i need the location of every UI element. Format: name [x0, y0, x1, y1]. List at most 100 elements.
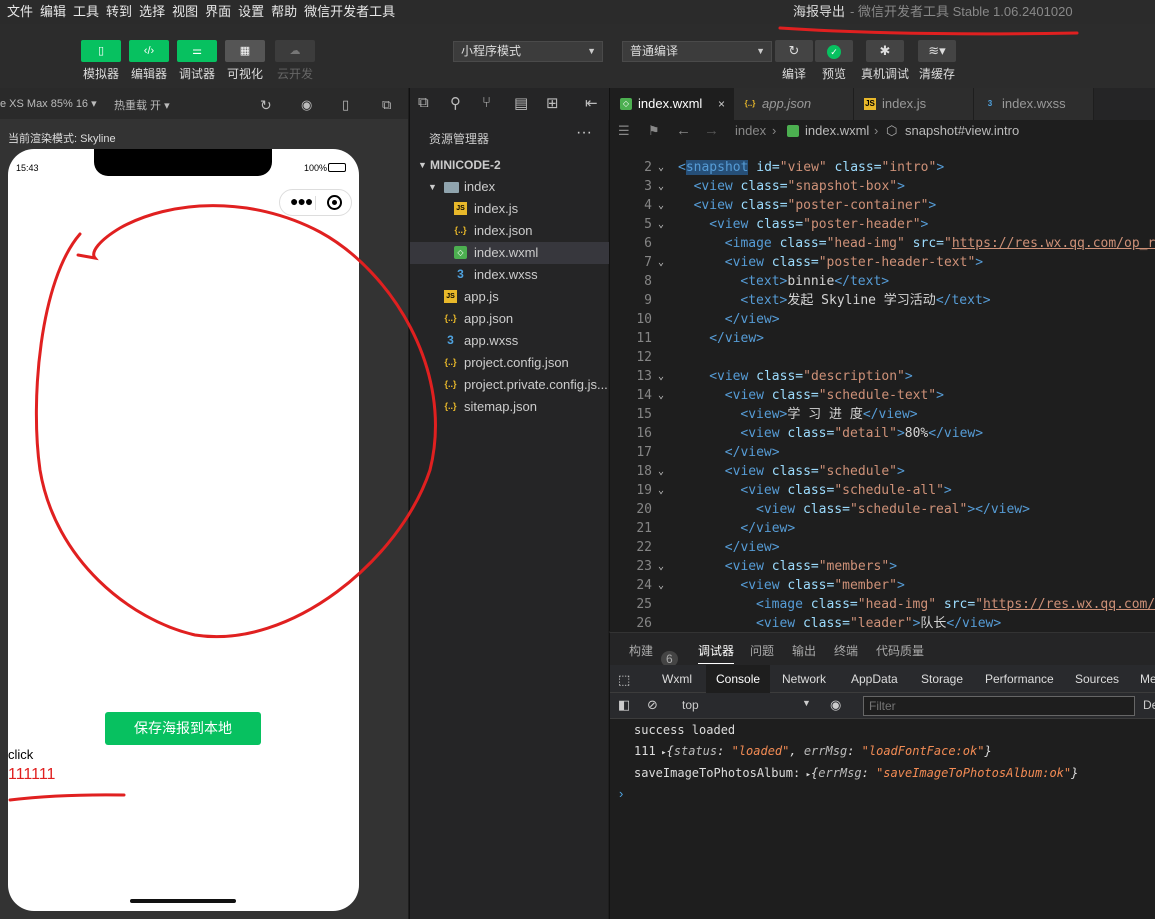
compile-button[interactable]: ↻ 编译 [775, 40, 813, 82]
back-icon[interactable]: ← [676, 120, 691, 142]
tab-wxml[interactable]: ◇ index.wxml × [610, 88, 734, 120]
tab-output[interactable]: 输出 [792, 642, 816, 659]
menu-interface[interactable]: 界面 [205, 0, 231, 24]
fold-chevron-icon[interactable]: ⌄ [658, 367, 664, 386]
phone-screen[interactable]: 15:43 100% ●●● 保存海报到本地 click 111111 [8, 149, 359, 911]
menu-edit[interactable]: 编辑 [40, 0, 66, 24]
more-icon[interactable]: ··· [576, 124, 592, 142]
fold-chevron-icon[interactable]: ⌄ [658, 196, 664, 215]
tab-network[interactable]: Network [782, 672, 826, 686]
code-line[interactable]: 6 <image class="head-img" src="https://re… [610, 234, 1155, 253]
tab-problems[interactable]: 问题 [750, 642, 774, 659]
code-line[interactable]: 23 ⌄ <view class="members"> [610, 557, 1155, 576]
code-line[interactable]: 24 ⌄ <view class="member"> [610, 576, 1155, 595]
fold-chevron-icon[interactable]: ⌄ [658, 158, 664, 177]
fold-chevron-icon[interactable]: ⌄ [658, 253, 664, 272]
tab-sources[interactable]: Sources [1075, 672, 1119, 686]
code-line[interactable]: 4 ⌄ <view class="poster-container"> [610, 196, 1155, 215]
list-icon[interactable]: ☰ [618, 120, 630, 142]
console-message[interactable]: saveImageToPhotosAlbum: ▸{errMsg: "saveI… [634, 766, 1078, 780]
fold-chevron-icon[interactable]: ⌄ [658, 481, 664, 500]
close-icon[interactable]: × [718, 88, 725, 120]
mode-select[interactable]: 小程序模式 ▼ [453, 41, 603, 62]
console-message[interactable]: 111 ▸{status: "loaded", errMsg: "loadFon… [634, 744, 992, 758]
default-levels-select[interactable]: De [1143, 698, 1155, 712]
click-text[interactable]: click [8, 747, 33, 762]
tab-terminal[interactable]: 终端 [834, 642, 858, 659]
tab-console[interactable]: Console [706, 665, 771, 693]
file-item[interactable]: 3 app.wxss [410, 330, 609, 352]
code-line[interactable]: 3 ⌄ <view class="snapshot-box"> [610, 177, 1155, 196]
tab-performance[interactable]: Performance [985, 672, 1054, 686]
code-line[interactable]: 7 ⌄ <view class="poster-header-text"> [610, 253, 1155, 272]
code-line[interactable]: 11 </view> [610, 329, 1155, 348]
close-target-icon[interactable] [327, 195, 342, 210]
files-icon[interactable]: ⧉ [418, 94, 429, 111]
extensions-icon[interactable]: ⊞ [546, 94, 559, 112]
debugger-button[interactable]: ⚌ 调试器 [172, 40, 222, 82]
menu-goto[interactable]: 转到 [106, 0, 132, 24]
menu-wechat-devtools[interactable]: 微信开发者工具 [304, 0, 395, 24]
fold-chevron-icon[interactable]: ⌄ [658, 576, 664, 595]
more-icon[interactable]: ●●● [290, 193, 313, 209]
tab-code-quality[interactable]: 代码质量 [876, 642, 924, 659]
code-line[interactable]: 17 </view> [610, 443, 1155, 462]
refresh-icon[interactable]: ↻ [260, 97, 272, 114]
code-line[interactable]: 18 ⌄ <view class="schedule"> [610, 462, 1155, 481]
tab-more[interactable]: Me [1140, 672, 1155, 686]
clear-console-icon[interactable]: ⊘ [647, 697, 658, 713]
hot-reload-toggle[interactable]: 热重载 开 ▾ [114, 97, 170, 113]
save-poster-button[interactable]: 保存海报到本地 [105, 712, 261, 745]
phone-icon[interactable]: ▯ [342, 97, 349, 113]
code-line[interactable]: 14 ⌄ <view class="schedule-text"> [610, 386, 1155, 405]
file-item[interactable]: 3 index.wxss [410, 264, 609, 286]
console-prompt[interactable]: › [619, 786, 623, 801]
fold-chevron-icon[interactable]: ⌄ [658, 177, 664, 196]
cloud-button[interactable]: ☁ 云开发 [270, 40, 320, 82]
code-line[interactable]: 21 </view> [610, 519, 1155, 538]
code-line[interactable]: 25 <image class="head-img" src="https://r… [610, 595, 1155, 614]
code-line[interactable]: 16 <view class="detail">80%</view> [610, 424, 1155, 443]
file-item[interactable]: ◇ index.wxml [410, 242, 609, 264]
menu-view[interactable]: 视图 [172, 0, 198, 24]
tab-wxml[interactable]: Wxml [662, 672, 692, 686]
compile-select[interactable]: 普通编译 ▼ [622, 41, 772, 62]
fold-chevron-icon[interactable]: ⌄ [658, 462, 664, 481]
menu-capsule[interactable]: ●●● [279, 189, 352, 216]
git-branch-icon[interactable]: ⑂ [482, 94, 491, 111]
code-line[interactable]: 10 </view> [610, 310, 1155, 329]
breadcrumb-node[interactable]: snapshot#view.intro [905, 120, 1019, 142]
menu-select[interactable]: 选择 [139, 0, 165, 24]
popout-icon[interactable]: ⧉ [382, 97, 391, 113]
eye-icon[interactable]: ◉ [830, 697, 841, 713]
file-item[interactable]: {..} project.private.config.js... [410, 374, 609, 396]
tab-json[interactable]: {..} app.json [734, 88, 854, 120]
file-item[interactable]: ▼ index [410, 176, 609, 198]
editor-button[interactable]: ‹/› 编辑器 [124, 40, 174, 82]
code-line[interactable]: 12 [610, 348, 1155, 367]
fold-chevron-icon[interactable]: ⌄ [658, 557, 664, 576]
simulator-button[interactable]: ▯ 模拟器 [76, 40, 126, 82]
code-line[interactable]: 5 ⌄ <view class="poster-header"> [610, 215, 1155, 234]
code-line[interactable]: 20 <view class="schedule-real"></view> [610, 500, 1155, 519]
search-icon[interactable]: ⚲ [450, 94, 461, 112]
stop-icon[interactable]: ◉ [301, 97, 312, 113]
code-line[interactable]: 9 <text>发起 Skyline 学习活动</text> [610, 291, 1155, 310]
file-item[interactable]: {..} sitemap.json [410, 396, 609, 418]
debug-icon[interactable]: ▤ [514, 94, 528, 112]
expand-triangle-icon[interactable]: ▸ [656, 748, 666, 758]
code-line[interactable]: 26 <view class="leader">队长</view> [610, 614, 1155, 631]
code-line[interactable]: 2 ⌄ <snapshot id="view" class="intro"> [610, 158, 1155, 177]
code-line[interactable]: 13 ⌄ <view class="description"> [610, 367, 1155, 386]
tab-appdata[interactable]: AppData [851, 672, 898, 686]
menu-help[interactable]: 帮助 [271, 0, 297, 24]
breadcrumb-file[interactable]: index.wxml [805, 120, 869, 142]
code-line[interactable]: 8 <text>binnie</text> [610, 272, 1155, 291]
tab-debugger[interactable]: 调试器 [698, 642, 735, 664]
file-item[interactable]: JS app.js [410, 286, 609, 308]
fold-chevron-icon[interactable]: ⌄ [658, 215, 664, 234]
real-debug-button[interactable]: ✱ 真机调试 [861, 40, 909, 82]
breadcrumb-folder[interactable]: index [735, 120, 766, 142]
visual-button[interactable]: ▦ 可视化 [220, 40, 270, 82]
code-area[interactable]: 2 ⌄ <snapshot id="view" class="intro"> 3 ⌄ <v… [610, 158, 1155, 631]
